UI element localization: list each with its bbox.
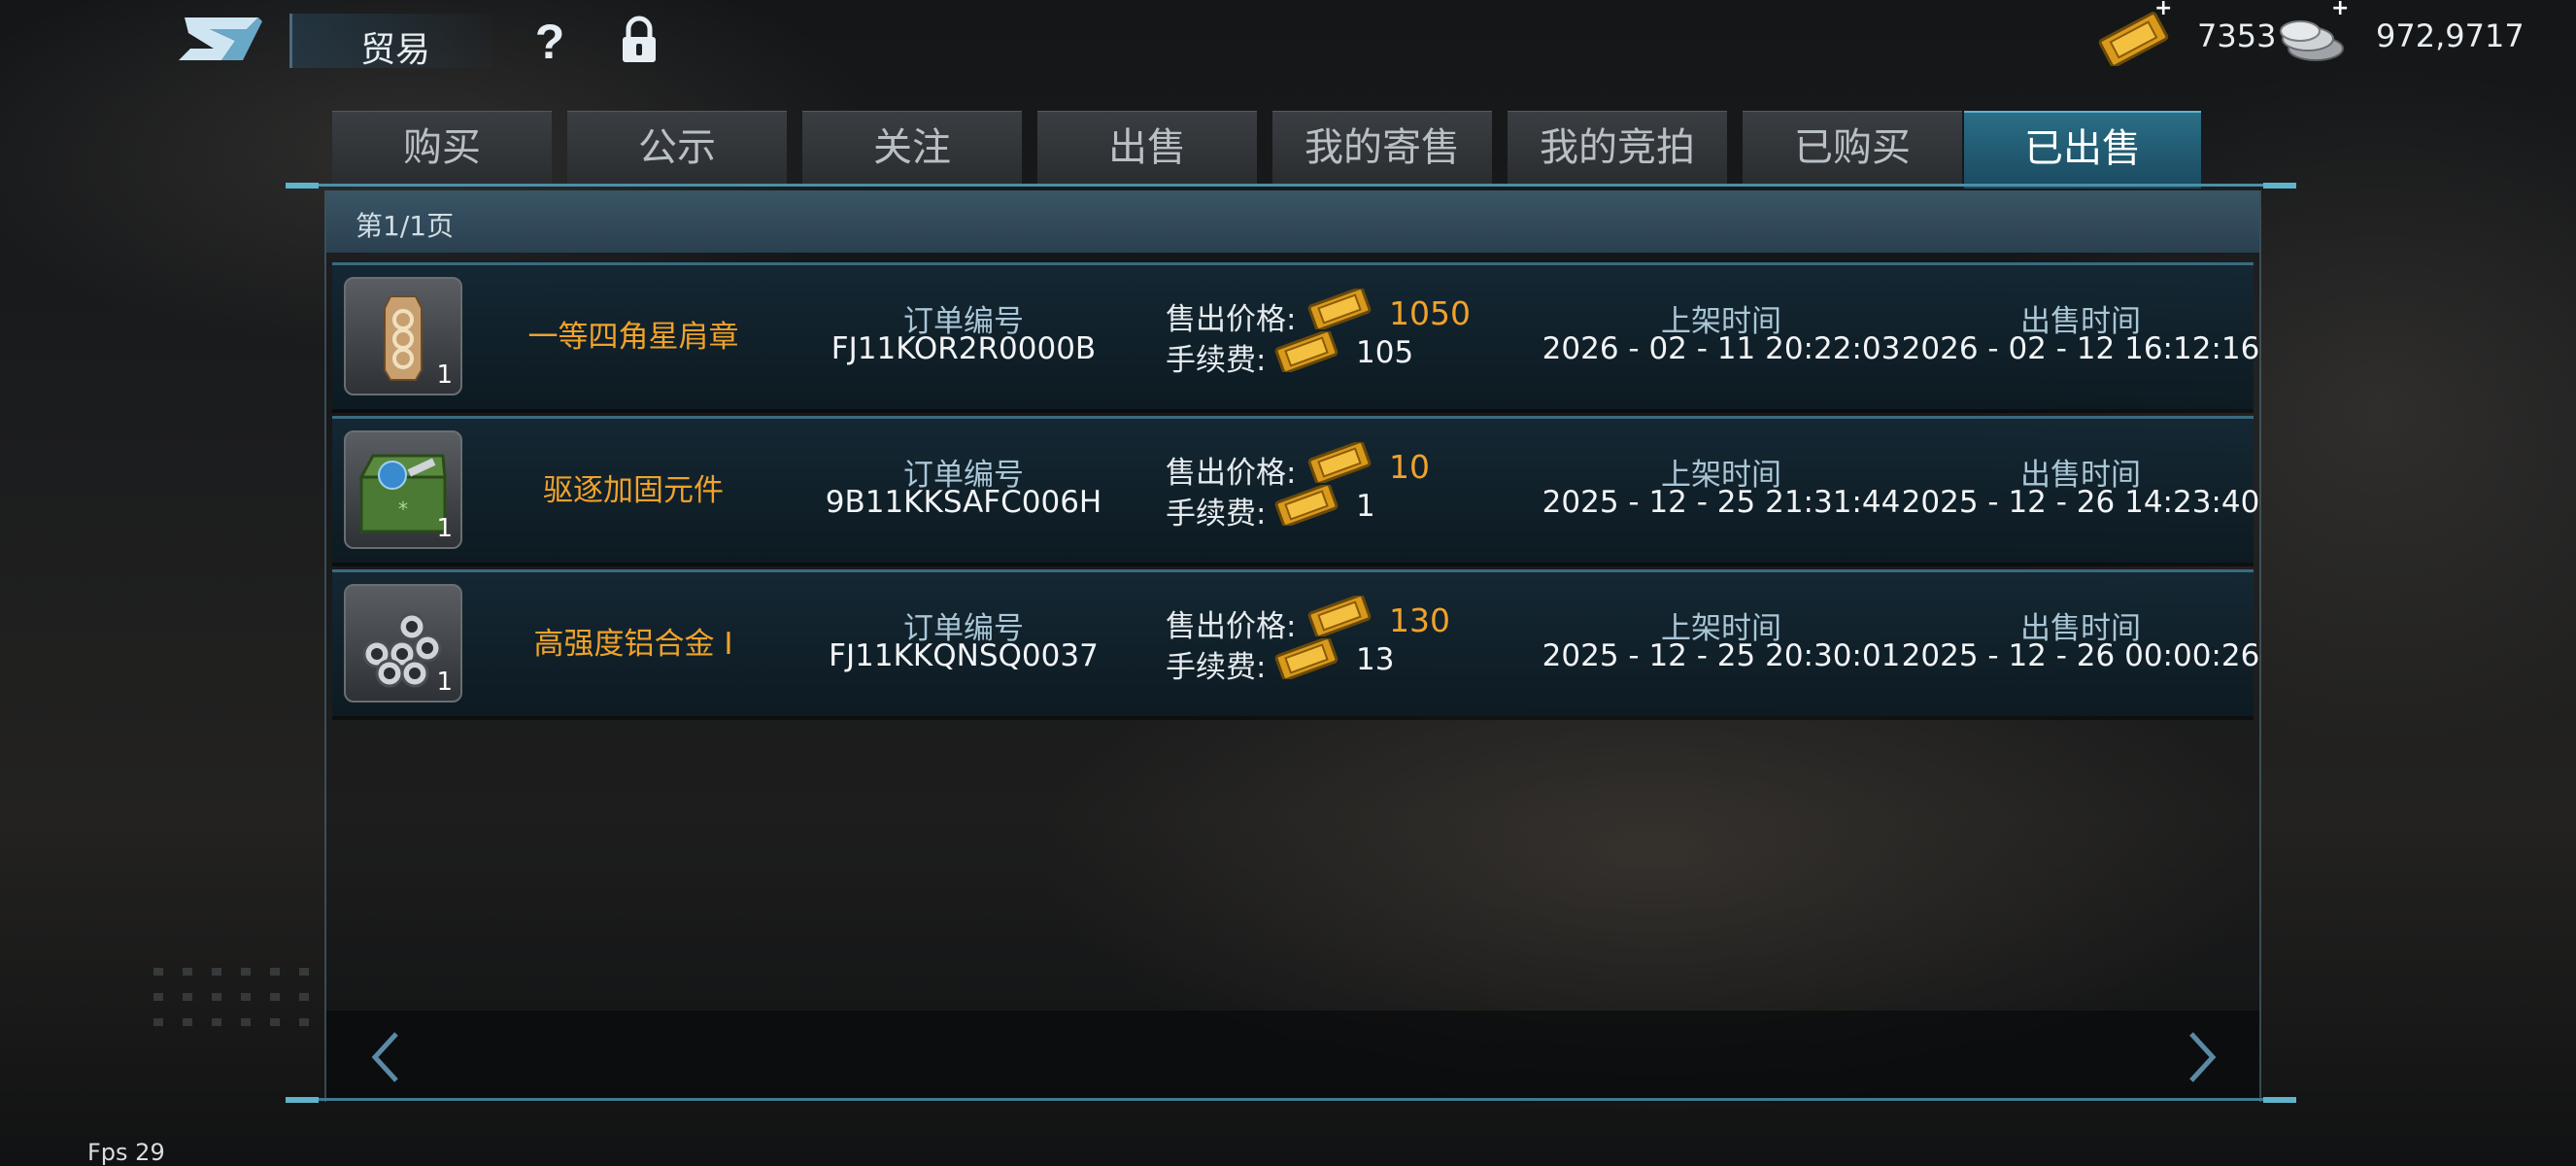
order-row[interactable]: 1 一等四角星肩章 订单编号 FJ11KOR2R0000B 售出价格: 1050…: [332, 262, 2259, 409]
svg-text:?: ?: [535, 15, 565, 68]
tab-sell[interactable]: 出售: [1037, 111, 1257, 184]
listed-time-value: 2025 - 12 - 25 21:31:44: [1542, 485, 1901, 520]
item-name: 一等四角星肩章: [527, 320, 739, 355]
item-name: 驱逐加固元件: [543, 473, 724, 508]
item-quantity: 1: [436, 514, 453, 543]
item-quantity: 1: [436, 360, 453, 390]
gold-ticket-icon: [1274, 636, 1339, 681]
tab-announcement[interactable]: 公示: [567, 111, 787, 184]
order-no-value: FJ11KOR2R0000B: [830, 331, 1097, 366]
fps-counter: Fps 29: [87, 1139, 165, 1166]
order-row[interactable]: * 1 驱逐加固元件 订单编号 9B11KKSAFC006H 售出价格: 10 …: [332, 416, 2259, 563]
add-tickets-plus[interactable]: +: [2154, 0, 2172, 20]
sale-price-value: 130: [1389, 601, 1450, 639]
sale-price-value: 1050: [1389, 294, 1471, 332]
lock-icon[interactable]: [614, 14, 664, 68]
fee-label: 手续费:: [1166, 650, 1267, 685]
chevron-left-icon[interactable]: [367, 1028, 406, 1086]
corner-marker: [286, 183, 319, 189]
sold-time-value: 2025 - 12 - 26 00:00:26: [1901, 638, 2260, 673]
fee-label: 手续费:: [1166, 497, 1267, 532]
page-title-box: 贸易: [289, 14, 492, 70]
ticket-balance: 7353: [2197, 17, 2277, 54]
gold-ticket-icon: [1307, 287, 1372, 331]
corner-marker: [2263, 1097, 2296, 1103]
order-row[interactable]: 1 高强度铝合金 I 订单编号 FJ11KKQNSQ0037 售出价格: 130…: [332, 569, 2259, 716]
sale-price-value: 10: [1389, 448, 1430, 486]
gold-ticket-icon: [1307, 594, 1372, 638]
gold-ticket-icon: [1274, 329, 1339, 374]
coin-balance: 972,9717: [2376, 17, 2525, 54]
supply-crate-icon[interactable]: * 1: [344, 430, 462, 549]
tab-watchlist[interactable]: 关注: [802, 111, 1022, 184]
fee-value: 13: [1356, 642, 1395, 677]
pagination-bar: [326, 1011, 2259, 1102]
page-title: 贸易: [360, 30, 431, 70]
fee-label: 手续费:: [1166, 343, 1267, 378]
add-coins-plus[interactable]: +: [2331, 0, 2349, 20]
order-no-value: 9B11KKSAFC006H: [825, 485, 1102, 520]
chevron-right-icon[interactable]: [2182, 1028, 2220, 1086]
decorative-dot-grid: [153, 968, 309, 1026]
tab-my-consignment[interactable]: 我的寄售: [1272, 111, 1492, 184]
item-name: 高强度铝合金 I: [533, 627, 733, 662]
game-logo-icon: [175, 12, 264, 66]
page-indicator-bar: 第1/1页: [326, 190, 2259, 253]
tab-my-auction[interactable]: 我的竞拍: [1508, 111, 1727, 184]
panel-bottom-divider: [286, 1098, 2296, 1101]
sold-time-value: 2025 - 12 - 26 14:23:40: [1901, 485, 2260, 520]
page-indicator: 第1/1页: [356, 210, 455, 242]
fee-value: 105: [1356, 335, 1414, 370]
question-icon[interactable]: ?: [525, 14, 575, 69]
sold-time-value: 2026 - 02 - 12 16:12:16: [1901, 331, 2260, 366]
gold-ticket-icon: [1274, 483, 1339, 528]
epaulette-icon[interactable]: 1: [344, 277, 462, 395]
tab-sold[interactable]: 已出售: [1964, 111, 2201, 189]
fee-value: 1: [1356, 489, 1375, 524]
listed-time-value: 2025 - 12 - 25 20:30:01: [1542, 638, 1901, 673]
listed-time-value: 2026 - 02 - 11 20:22:03: [1542, 331, 1901, 366]
tab-buy[interactable]: 购买: [332, 111, 552, 184]
aluminum-pipes-icon[interactable]: 1: [344, 584, 462, 703]
order-no-value: FJ11KKQNSQ0037: [829, 638, 1099, 673]
gold-ticket-icon: [1307, 440, 1372, 485]
tab-divider: [286, 184, 2296, 187]
item-quantity: 1: [436, 668, 453, 697]
svg-text:*: *: [398, 497, 408, 521]
sold-orders-panel: 第1/1页 1 一等四角星肩章 订单编号 FJ11KOR2R0000B 售出价格…: [324, 190, 2261, 1102]
tab-purchased[interactable]: 已购买: [1743, 111, 1962, 184]
corner-marker: [286, 1097, 319, 1103]
corner-marker: [2263, 183, 2296, 189]
